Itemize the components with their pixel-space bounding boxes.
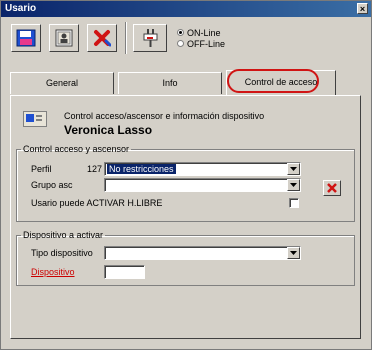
- grupo-asc-label: Grupo asc: [31, 180, 73, 190]
- hlibre-label: Usario puede ACTIVAR H.LIBRE: [31, 198, 163, 208]
- tab-panel-control: Control acceso/ascensor e información di…: [10, 95, 361, 339]
- perfil-label: Perfil: [31, 164, 52, 174]
- device-legend: Dispositivo a activar: [23, 230, 104, 240]
- chevron-down-icon[interactable]: [287, 163, 300, 175]
- clear-grupo-button[interactable]: [323, 180, 341, 196]
- device-card-icon: [23, 111, 47, 127]
- device-group: Dispositivo a activar Tipo dispositivo D…: [16, 230, 355, 286]
- tab-general[interactable]: General: [10, 72, 114, 94]
- connection-radio-group: ON-Line OFF-Line: [177, 27, 225, 49]
- tab-info[interactable]: Info: [118, 72, 222, 94]
- grupo-asc-select[interactable]: [104, 178, 301, 192]
- tab-strip: General Info Control de acceso: [10, 69, 361, 96]
- radio-online-label: ON-Line: [187, 27, 221, 38]
- tab-control-de-acceso[interactable]: Control de acceso: [226, 70, 336, 96]
- save-icon: [16, 29, 36, 47]
- user-name: Veronica Lasso: [64, 123, 153, 137]
- radio-offline[interactable]: OFF-Line: [177, 38, 225, 49]
- delete-button[interactable]: [87, 24, 117, 52]
- tab-general-label: General: [45, 78, 79, 88]
- toolbar: ON-Line OFF-Line: [1, 17, 371, 57]
- dispositivo-input[interactable]: [104, 265, 145, 279]
- chevron-down-icon[interactable]: [287, 247, 300, 259]
- connection-button[interactable]: [133, 24, 167, 52]
- tab-control-label: Control de acceso: [244, 77, 318, 87]
- radio-offline-dot[interactable]: [177, 40, 184, 47]
- user-card-button[interactable]: [49, 24, 79, 52]
- header-subtitle: Control acceso/ascensor e información di…: [64, 111, 265, 121]
- toolbar-separator: [125, 22, 127, 54]
- window-title: Usario: [5, 3, 37, 14]
- delete-x-icon: [94, 30, 111, 47]
- chevron-down-icon[interactable]: [287, 179, 300, 191]
- usario-window: Usario × ON-Line OFF-Line General Info C…: [0, 0, 372, 350]
- title-bar[interactable]: Usario ×: [1, 1, 371, 17]
- perfil-code: 127: [87, 164, 103, 174]
- dispositivo-link[interactable]: Dispositivo: [31, 267, 75, 277]
- delete-x-icon: [327, 183, 337, 193]
- tipo-dispositivo-label: Tipo dispositivo: [31, 248, 93, 258]
- perfil-select[interactable]: No restricciones: [104, 162, 301, 176]
- control-access-legend: Control acceso y ascensor: [23, 144, 130, 154]
- radio-offline-label: OFF-Line: [187, 38, 226, 49]
- radio-online-dot[interactable]: [177, 29, 184, 36]
- tipo-dispositivo-select[interactable]: [104, 246, 301, 260]
- control-access-group: Control acceso y ascensor Perfil 127 No …: [16, 144, 355, 222]
- radio-online[interactable]: ON-Line: [177, 27, 225, 38]
- save-button[interactable]: [11, 24, 41, 52]
- tab-info-label: Info: [162, 78, 178, 88]
- hlibre-checkbox[interactable]: [289, 198, 299, 208]
- perfil-value: No restricciones: [107, 164, 176, 174]
- close-button[interactable]: ×: [357, 3, 368, 14]
- plug-icon: [143, 29, 158, 47]
- user-card-icon: [55, 29, 73, 47]
